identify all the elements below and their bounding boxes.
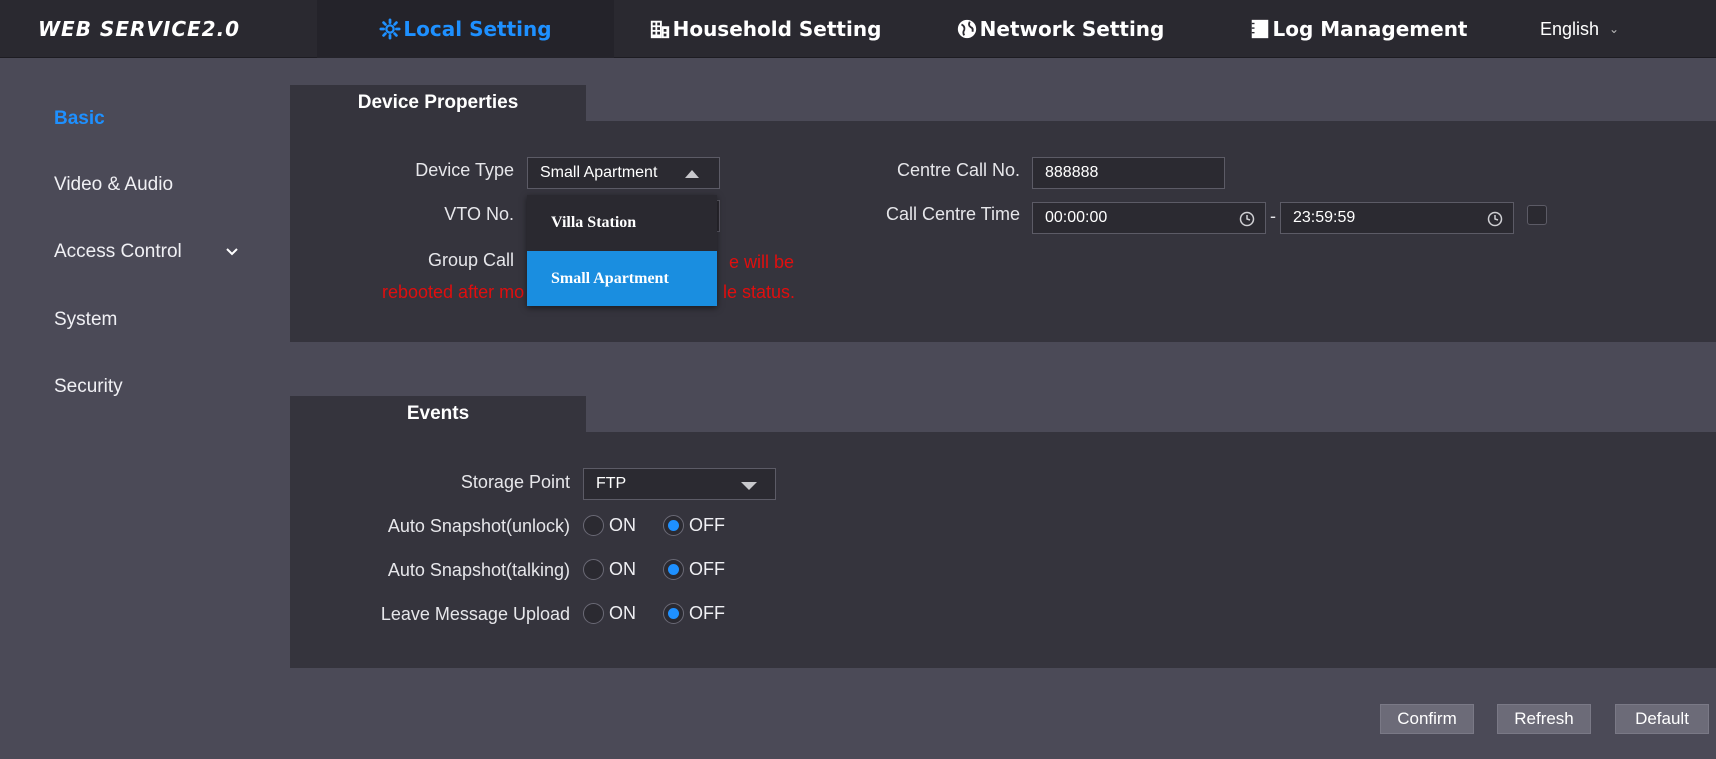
default-button[interactable]: Default [1615, 704, 1709, 734]
call-centre-time-end[interactable]: 23:59:59 [1280, 202, 1514, 234]
device-type-dropdown: Villa Station Small Apartment [527, 195, 717, 306]
option-small-apartment[interactable]: Small Apartment [527, 251, 717, 306]
leave-message-upload-radio-group: ON OFF [583, 603, 725, 624]
device-type-label: Device Type [415, 160, 514, 180]
document-icon [1249, 18, 1271, 40]
sidebar-item-security[interactable]: Security [54, 372, 123, 402]
clock-icon[interactable] [1487, 211, 1503, 227]
leave-message-upload-label: Leave Message Upload [380, 604, 570, 624]
sidebar-item-basic[interactable]: Basic [54, 104, 105, 134]
nav-local-setting[interactable]: Local Setting [317, 0, 614, 58]
radio-off[interactable] [663, 515, 684, 536]
sidebar-item-label: Access Control [54, 241, 182, 262]
caret-down-icon: ⌄ [1609, 22, 1620, 36]
centre-call-no-label: Centre Call No. [896, 160, 1020, 180]
nav-local-setting-label: Local Setting [403, 17, 552, 41]
app-logo: WEB SERVICE2.0 [38, 17, 241, 41]
nav-household-setting-label: Household Setting [672, 17, 882, 41]
storage-point-label: Storage Point [460, 472, 570, 492]
centre-call-no-value: 888888 [1045, 164, 1099, 181]
nav-household-setting[interactable]: Household Setting [650, 0, 881, 58]
confirm-button[interactable]: Confirm [1380, 704, 1474, 734]
events-panel [290, 432, 1716, 668]
sidebar-item-label: Security [54, 376, 123, 397]
language-selector[interactable]: English ⌄ [1540, 0, 1619, 58]
top-nav-bar: WEB SERVICE2.0 Local Setting Household S… [0, 0, 1716, 58]
auto-snapshot-talking-radio-group: ON OFF [583, 559, 725, 580]
radio-off-label: OFF [689, 603, 725, 623]
sidebar-item-label: Video & Audio [54, 174, 174, 195]
call-centre-time-label: Call Centre Time [885, 204, 1020, 224]
radio-on-label: ON [609, 515, 636, 535]
radio-on[interactable] [583, 603, 604, 624]
radio-on-label: ON [609, 603, 636, 623]
sidebar-item-label: System [54, 309, 118, 330]
option-villa-station[interactable]: Villa Station [527, 195, 717, 250]
radio-on-label: ON [609, 559, 636, 579]
warning-text-line2-left: rebooted after mo [382, 282, 525, 302]
sidebar-item-video-audio[interactable]: Video & Audio [54, 170, 173, 200]
radio-off[interactable] [663, 559, 684, 580]
nav-network-setting[interactable]: Network Setting [957, 0, 1164, 58]
radio-off-label: OFF [689, 515, 725, 535]
call-centre-time-checkbox[interactable] [1527, 205, 1547, 225]
device-type-select[interactable]: Small Apartment [527, 157, 720, 189]
language-label: English [1540, 18, 1600, 39]
sidebar-item-label: Basic [54, 108, 105, 129]
sidebar-item-system[interactable]: System [54, 305, 117, 335]
nav-network-setting-label: Network Setting [979, 17, 1165, 41]
vto-no-label: VTO No. [444, 204, 514, 224]
chevron-down-icon [226, 248, 238, 256]
device-type-value: Small Apartment [540, 164, 658, 181]
nav-log-management[interactable]: Log Management [1251, 0, 1468, 58]
triangle-up-icon [685, 170, 699, 178]
radio-on[interactable] [583, 515, 604, 536]
refresh-button[interactable]: Refresh [1497, 704, 1591, 734]
warning-text-line2-right: le status. [723, 282, 796, 302]
globe-icon [956, 18, 978, 40]
triangle-down-icon [741, 482, 757, 490]
sidebar-item-access-control[interactable]: Access Control [54, 237, 254, 267]
group-call-label: Group Call [427, 250, 514, 270]
clock-icon[interactable] [1239, 211, 1255, 227]
device-properties-tab: Device Properties [290, 85, 586, 121]
auto-snapshot-unlock-radio-group: ON OFF [583, 515, 725, 536]
call-centre-time-start[interactable]: 00:00:00 [1032, 202, 1266, 234]
events-tab: Events [290, 396, 586, 432]
warning-text-line1: e will be [729, 252, 795, 272]
radio-off-label: OFF [689, 559, 725, 579]
building-icon [649, 18, 671, 40]
time-start-value: 00:00:00 [1045, 209, 1108, 226]
radio-on[interactable] [583, 559, 604, 580]
time-separator: - [1270, 206, 1276, 226]
time-end-value: 23:59:59 [1293, 209, 1356, 226]
auto-snapshot-talking-label: Auto Snapshot(talking) [387, 560, 570, 580]
gear-icon [379, 18, 401, 40]
storage-point-value: FTP [596, 475, 627, 492]
sidebar: Basic Video & Audio Access Control Syste… [0, 58, 265, 759]
storage-point-select[interactable]: FTP [583, 468, 776, 500]
radio-off[interactable] [663, 603, 684, 624]
auto-snapshot-unlock-label: Auto Snapshot(unlock) [387, 516, 570, 536]
centre-call-no-input[interactable]: 888888 [1032, 157, 1225, 189]
nav-log-management-label: Log Management [1272, 17, 1468, 41]
